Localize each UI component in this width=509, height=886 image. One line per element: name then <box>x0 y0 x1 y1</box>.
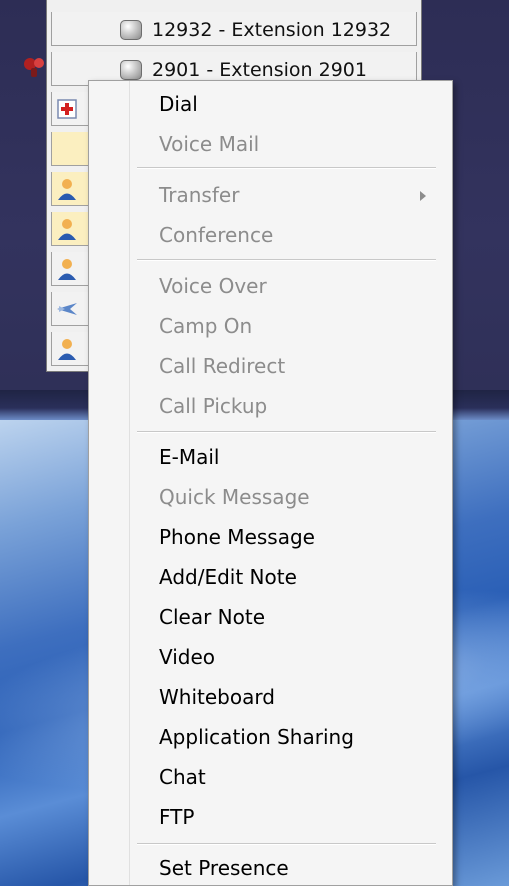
menu-item-clear-note[interactable]: Clear Note <box>159 605 265 629</box>
user-icon <box>54 337 80 361</box>
menu-item-whiteboard[interactable]: Whiteboard <box>159 685 275 709</box>
submenu-arrow-icon <box>420 191 426 201</box>
user-icon <box>54 217 80 241</box>
menu-item-phone-message[interactable]: Phone Message <box>159 525 315 549</box>
menu-item-set-presence[interactable]: Set Presence <box>159 856 289 880</box>
menu-gutter <box>89 81 130 885</box>
contact-name: 12932 - Extension 12932 <box>152 19 392 41</box>
menu-item-application-sharing[interactable]: Application Sharing <box>159 725 354 749</box>
menu-separator <box>137 843 436 845</box>
airplane-icon <box>54 297 80 321</box>
user-icon <box>54 177 80 201</box>
telephone-icon <box>22 56 48 80</box>
menu-item-transfer[interactable]: Transfer <box>159 183 239 207</box>
user-icon <box>54 257 80 281</box>
menu-item-email[interactable]: E-Mail <box>159 445 219 469</box>
contact-name: 2901 - Extension 2901 <box>152 59 367 81</box>
menu-item-add-edit-note[interactable]: Add/Edit Note <box>159 565 297 589</box>
contact-row[interactable]: 12932 - Extension 12932 <box>51 12 417 46</box>
medical-cross-icon <box>54 97 80 121</box>
menu-item-ftp[interactable]: FTP <box>159 805 194 829</box>
menu-item-voice-mail[interactable]: Voice Mail <box>159 132 259 156</box>
context-menu: Dial Voice Mail Transfer Conference Voic… <box>88 80 453 886</box>
menu-item-call-pickup[interactable]: Call Pickup <box>159 394 267 418</box>
menu-separator <box>137 259 436 261</box>
menu-item-video[interactable]: Video <box>159 645 215 669</box>
menu-item-chat[interactable]: Chat <box>159 765 206 789</box>
menu-item-quick-message[interactable]: Quick Message <box>159 485 310 509</box>
presence-status-icon <box>120 20 142 40</box>
menu-item-conference[interactable]: Conference <box>159 223 273 247</box>
contact-label: 2901 - Extension 2901 <box>120 59 367 81</box>
menu-item-dial[interactable]: Dial <box>159 92 198 116</box>
menu-separator <box>137 431 436 433</box>
contact-label: 12932 - Extension 12932 <box>120 19 391 41</box>
presence-status-icon <box>120 60 142 80</box>
menu-item-call-redirect[interactable]: Call Redirect <box>159 354 285 378</box>
menu-item-camp-on[interactable]: Camp On <box>159 314 252 338</box>
menu-item-voice-over[interactable]: Voice Over <box>159 274 267 298</box>
menu-separator <box>137 167 436 169</box>
